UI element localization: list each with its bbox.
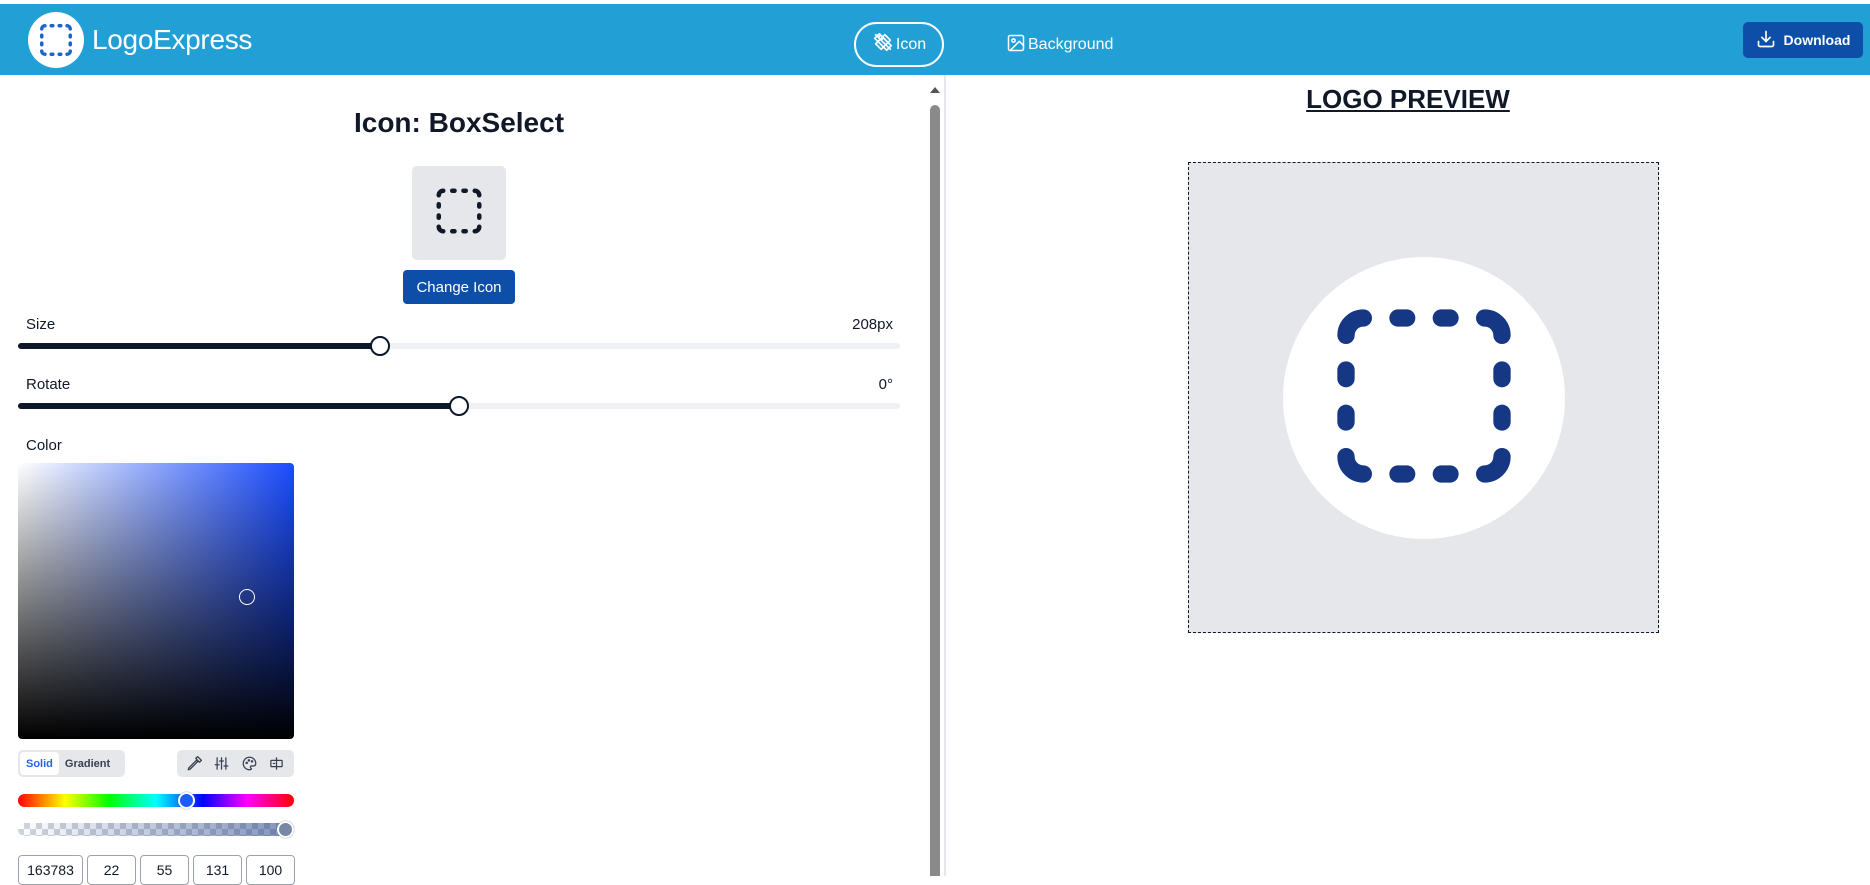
blue-input[interactable]: 131	[193, 855, 242, 885]
logo-preview-circle	[1283, 257, 1565, 539]
color-mode-toggle: Solid Gradient	[18, 750, 125, 777]
scroll-up-arrow-icon[interactable]	[930, 87, 940, 93]
tab-background-label: Background	[1028, 36, 1114, 53]
icon-thumbnail	[412, 166, 506, 260]
icon-title: Icon: BoxSelect	[353, 107, 565, 138]
download-icon	[1756, 29, 1776, 52]
box-select-icon	[1320, 292, 1528, 505]
hex-input[interactable]: 163783	[18, 855, 83, 885]
hue-slider-thumb[interactable]	[178, 792, 195, 809]
hue-slider[interactable]	[18, 792, 294, 809]
alpha-slider[interactable]	[18, 821, 294, 838]
size-label: Size	[26, 316, 56, 333]
size-slider-fill	[18, 343, 380, 349]
change-icon-button[interactable]: Change Icon	[403, 270, 515, 304]
saturation-value-thumb[interactable]	[239, 589, 255, 605]
panel-divider	[944, 75, 946, 876]
image-icon	[1006, 33, 1026, 58]
rotate-label: Rotate	[26, 376, 71, 393]
eyedropper-icon[interactable]	[185, 754, 205, 774]
gradient-mode-button[interactable]: Gradient	[59, 752, 116, 775]
top-bar: LogoExpress Icon Background Download	[0, 4, 1870, 75]
color-value-inputs: 163783 22 55 131 100	[18, 855, 295, 885]
green-input[interactable]: 55	[140, 855, 189, 885]
rotate-slider-fill	[18, 403, 459, 409]
color-tools	[177, 750, 294, 777]
box-select-logo-icon	[28, 12, 84, 68]
download-button[interactable]: Download	[1743, 22, 1863, 58]
red-input[interactable]: 22	[87, 855, 136, 885]
size-slider-thumb[interactable]	[370, 336, 390, 356]
app-logo[interactable]: LogoExpress	[28, 12, 252, 68]
sliders-icon[interactable]	[212, 754, 232, 774]
size-slider[interactable]	[18, 336, 900, 356]
preview-title: LOGO PREVIEW	[1306, 84, 1510, 114]
compare-icon[interactable]	[266, 754, 286, 774]
tab-background[interactable]: Background	[1006, 30, 1113, 60]
scrollbar-thumb[interactable]	[930, 105, 940, 876]
tab-icon-label: Icon	[895, 35, 927, 53]
rotate-slider[interactable]	[18, 396, 900, 416]
pen-ruler-icon	[872, 31, 894, 58]
download-label: Download	[1783, 32, 1851, 48]
size-value: 208px	[852, 316, 893, 333]
app-name: LogoExpress	[92, 24, 253, 55]
saturation-value-picker[interactable]	[18, 463, 294, 739]
box-select-icon	[432, 184, 486, 243]
color-label: Color	[26, 437, 62, 454]
solid-mode-button[interactable]: Solid	[20, 752, 59, 775]
rotate-slider-thumb[interactable]	[449, 396, 469, 416]
logo-preview-canvas	[1188, 162, 1659, 633]
alpha-slider-thumb[interactable]	[277, 821, 294, 838]
alpha-input[interactable]: 100	[246, 855, 295, 885]
left-panel-scrollbar[interactable]	[928, 75, 942, 876]
palette-icon[interactable]	[239, 754, 259, 774]
tab-icon[interactable]: Icon	[854, 22, 944, 67]
rotate-value: 0°	[878, 376, 893, 393]
